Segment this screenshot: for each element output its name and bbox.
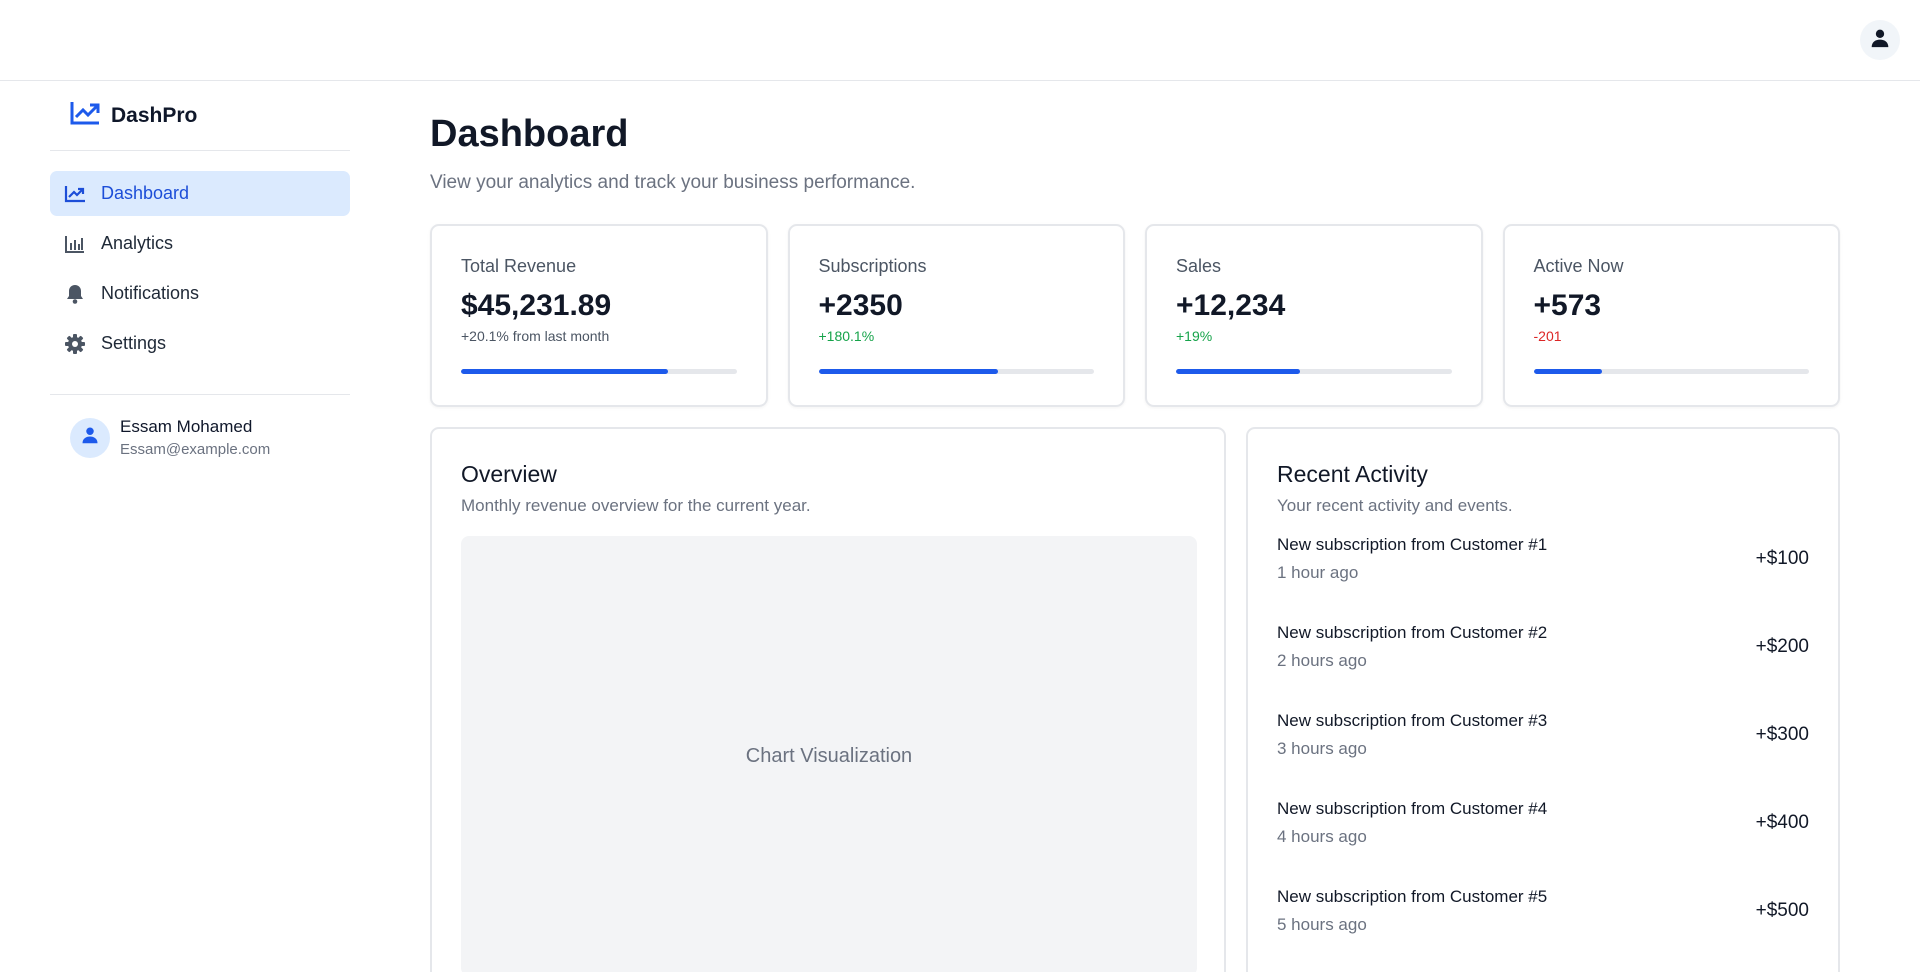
activity-item-title: New subscription from Customer #2	[1277, 623, 1548, 642]
stat-card-subscriptions: Subscriptions +2350 +180.1%	[787, 224, 1125, 407]
stat-label: Total Revenue	[461, 256, 577, 276]
progress-bar	[1176, 369, 1452, 374]
sidebar-nav: Dashboard Analytics Notifications Settin…	[50, 151, 350, 395]
stat-card-active-now: Active Now +573 -201	[1502, 224, 1840, 407]
sidebar-item-settings[interactable]: Settings	[50, 321, 350, 366]
activity-subtitle: Your recent activity and events.	[1277, 496, 1513, 515]
list-item[interactable]: New subscription from Customer #2 2 hour…	[1277, 610, 1809, 698]
user-icon	[1870, 28, 1890, 53]
stat-value: +2350	[818, 289, 903, 322]
stat-label: Subscriptions	[818, 256, 927, 276]
trending-up-icon	[64, 183, 86, 205]
activity-item-amount: +$200	[1755, 636, 1809, 657]
top-bar	[0, 0, 1920, 81]
list-item[interactable]: New subscription from Customer #1 1 hour…	[1277, 522, 1809, 610]
brand-name: DashPro	[111, 103, 198, 127]
sidebar-item-label: Notifications	[101, 283, 200, 303]
progress-fill	[1533, 369, 1603, 374]
overview-subtitle: Monthly revenue overview for the current…	[461, 496, 811, 515]
activity-item-time: 1 hour ago	[1277, 563, 1359, 582]
activity-item-time: 5 hours ago	[1277, 915, 1367, 934]
stat-card-total-revenue: Total Revenue $45,231.89 +20.1% from las…	[430, 224, 768, 407]
stat-label: Sales	[1176, 256, 1222, 276]
activity-item-amount: +$500	[1755, 900, 1809, 921]
page-subtitle: View your analytics and track your busin…	[430, 172, 916, 193]
sidebar-item-dashboard[interactable]: Dashboard	[50, 171, 350, 216]
progress-fill	[1176, 369, 1300, 374]
progress-fill	[818, 369, 998, 374]
overview-card: Overview Monthly revenue overview for th…	[430, 427, 1226, 972]
overview-title: Overview	[461, 461, 557, 487]
recent-activity-card: Recent Activity Your recent activity and…	[1246, 427, 1840, 972]
stat-card-sales: Sales +12,234 +19%	[1145, 224, 1483, 407]
chart-placeholder: Chart Visualization	[461, 536, 1197, 972]
stat-change: +180.1%	[818, 328, 875, 344]
user-menu-button[interactable]	[1860, 20, 1900, 60]
sidebar-item-notifications[interactable]: Notifications	[50, 271, 350, 316]
panels-row: Overview Monthly revenue overview for th…	[430, 427, 1840, 972]
list-item[interactable]: New subscription from Customer #4 4 hour…	[1277, 786, 1809, 874]
sidebar-item-label: Analytics	[101, 233, 174, 253]
activity-item-time: 3 hours ago	[1277, 739, 1367, 758]
activity-item-title: New subscription from Customer #5	[1277, 887, 1548, 906]
list-item[interactable]: New subscription from Customer #3 3 hour…	[1277, 698, 1809, 786]
activity-list: New subscription from Customer #1 1 hour…	[1277, 522, 1809, 962]
stat-value: +573	[1533, 289, 1602, 322]
activity-item-title: New subscription from Customer #4	[1277, 799, 1548, 818]
activity-item-time: 4 hours ago	[1277, 827, 1367, 846]
stats-row: Total Revenue $45,231.89 +20.1% from las…	[430, 224, 1840, 407]
activity-item-title: New subscription from Customer #3	[1277, 711, 1548, 730]
brand[interactable]: DashPro	[50, 81, 350, 151]
sidebar: DashPro Dashboard Analytics Notification…	[50, 81, 350, 458]
page-title: Dashboard	[430, 113, 629, 155]
user-email: Essam@example.com	[120, 441, 271, 458]
activity-item-time: 2 hours ago	[1277, 651, 1367, 670]
activity-item-amount: +$400	[1755, 812, 1809, 833]
progress-bar	[461, 369, 737, 374]
bell-icon	[64, 283, 86, 305]
progress-bar	[818, 369, 1094, 374]
user-icon	[81, 426, 99, 449]
stat-label: Active Now	[1533, 256, 1624, 276]
trending-up-icon	[69, 100, 101, 131]
stat-change: +20.1% from last month	[461, 328, 610, 344]
stat-change: -201	[1533, 328, 1562, 344]
stat-value: +12,234	[1176, 289, 1286, 322]
list-item[interactable]: New subscription from Customer #5 5 hour…	[1277, 874, 1809, 962]
user-profile[interactable]: Essam Mohamed Essam@example.com	[50, 395, 350, 458]
sidebar-item-analytics[interactable]: Analytics	[50, 221, 350, 266]
stat-value: $45,231.89	[461, 289, 612, 322]
bar-chart-icon	[64, 233, 86, 255]
gear-icon	[64, 333, 86, 355]
activity-item-title: New subscription from Customer #1	[1277, 535, 1548, 554]
stat-change: +19%	[1176, 328, 1213, 344]
progress-fill	[461, 369, 668, 374]
activity-title: Recent Activity	[1277, 461, 1428, 487]
sidebar-item-label: Dashboard	[101, 183, 190, 203]
activity-item-amount: +$100	[1755, 548, 1809, 569]
chart-placeholder-label: Chart Visualization	[745, 744, 913, 767]
avatar	[70, 417, 110, 458]
progress-bar	[1533, 369, 1809, 374]
activity-item-amount: +$300	[1755, 724, 1809, 745]
main-content: Dashboard View your analytics and track …	[430, 81, 1840, 972]
user-name: Essam Mohamed	[120, 417, 253, 436]
sidebar-item-label: Settings	[101, 333, 167, 353]
